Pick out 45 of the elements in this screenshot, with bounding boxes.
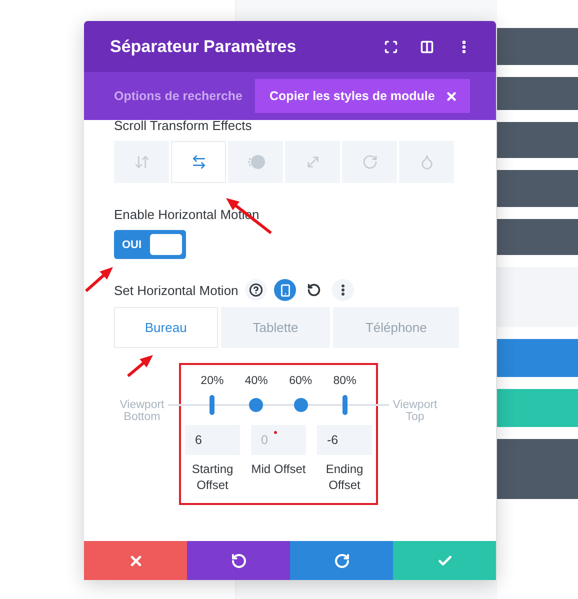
undo-icon bbox=[230, 552, 246, 568]
droplet-icon bbox=[418, 154, 434, 170]
section-label: Scroll Transform Effects bbox=[114, 120, 253, 133]
panel-title: Séparateur Paramètres bbox=[110, 36, 298, 56]
effect-tab[interactable] bbox=[171, 141, 226, 183]
motion-label: Set Horizontal Motion bbox=[114, 282, 238, 298]
offset-field[interactable]: 6 bbox=[185, 425, 240, 455]
offset-label: Ending Offset bbox=[324, 461, 364, 493]
redo-icon bbox=[334, 552, 350, 568]
annotation-arrow bbox=[127, 355, 153, 378]
redo-button[interactable] bbox=[290, 541, 393, 580]
panel-tab[interactable]: Copier les styles de module bbox=[254, 79, 470, 113]
focus-icon[interactable] bbox=[384, 40, 398, 54]
offset-field[interactable]: 0 bbox=[251, 425, 306, 455]
toggle-switch[interactable]: OUI bbox=[114, 230, 186, 259]
annotation-arrow bbox=[85, 267, 113, 292]
offset-field[interactable]: -6 bbox=[317, 425, 372, 455]
close-icon[interactable] bbox=[444, 90, 458, 102]
device-tab[interactable]: Bureau bbox=[114, 307, 218, 348]
percent-label: 80% bbox=[333, 375, 356, 387]
device-tab[interactable]: Tablette bbox=[220, 307, 330, 348]
slider-thumb[interactable] bbox=[249, 398, 264, 412]
percent-label: 60% bbox=[289, 375, 312, 387]
more-icon[interactable] bbox=[332, 279, 354, 301]
phone-icon[interactable] bbox=[274, 279, 296, 301]
slider-track[interactable] bbox=[168, 393, 389, 417]
percent-label: 40% bbox=[244, 375, 268, 387]
slider-end-label: Viewport Top bbox=[392, 399, 438, 423]
horizontal-arrows-icon bbox=[190, 154, 206, 170]
rotate-icon bbox=[362, 154, 378, 170]
offset-label: Mid Offset bbox=[251, 461, 306, 477]
slider-thumb[interactable] bbox=[210, 395, 215, 415]
slider-start-label: Viewport Bottom bbox=[118, 399, 166, 423]
slider-thumb[interactable] bbox=[342, 395, 348, 415]
help-icon[interactable] bbox=[245, 279, 268, 301]
percent-label: 20% bbox=[200, 375, 224, 387]
panel-tab[interactable]: Options de recherche bbox=[99, 79, 255, 113]
diagonal-arrow-icon bbox=[304, 154, 320, 170]
undo-button[interactable] bbox=[187, 541, 290, 580]
device-tab[interactable]: Téléphone bbox=[333, 307, 459, 348]
fade-icon bbox=[246, 153, 264, 171]
offset-label: Starting Offset bbox=[190, 461, 234, 493]
columns-icon[interactable] bbox=[420, 40, 434, 54]
vertical-arrows-icon bbox=[134, 154, 150, 170]
slider-thumb[interactable] bbox=[294, 398, 308, 412]
